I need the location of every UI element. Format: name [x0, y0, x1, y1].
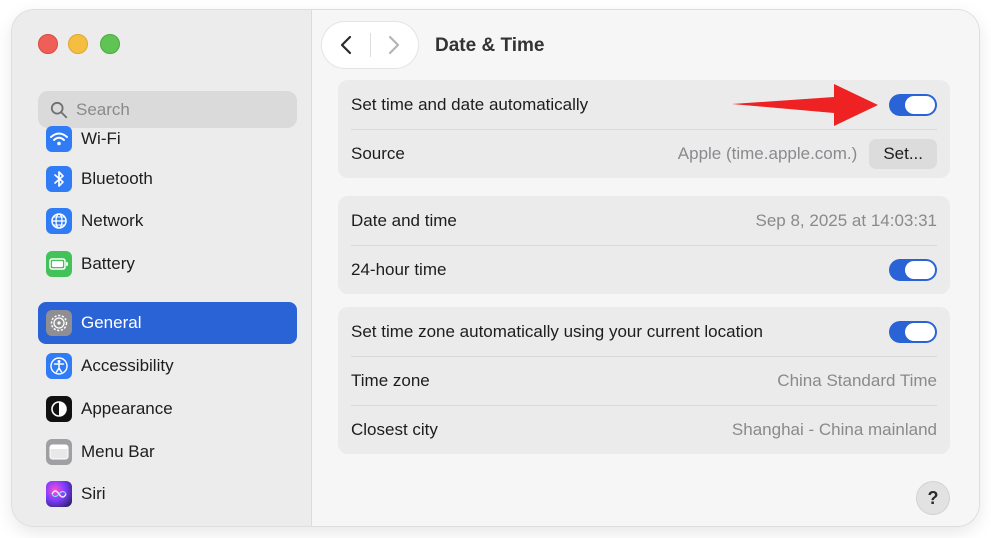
sidebar-item-menu-bar[interactable]: Menu Bar — [38, 431, 297, 473]
closest-city-label: Closest city — [351, 419, 438, 439]
minimize-window-button[interactable] — [68, 34, 88, 54]
time-zone-label: Time zone — [351, 370, 430, 390]
sidebar-item-label: Battery — [81, 254, 135, 273]
appearance-icon — [46, 396, 72, 422]
sidebar-item-label: General — [81, 313, 142, 332]
chevron-right-icon — [389, 35, 400, 55]
auto-time-toggle[interactable] — [889, 93, 937, 116]
hour24-toggle[interactable] — [889, 258, 937, 281]
globe-icon — [46, 208, 72, 234]
date-time-label: Date and time — [351, 210, 457, 230]
page-title: Date & Time — [435, 35, 545, 56]
sidebar-item-general[interactable]: General — [38, 302, 297, 344]
close-window-button[interactable] — [38, 34, 58, 54]
date-time-row: Date and time Sep 8, 2025 at 14:03:31 — [338, 196, 950, 245]
menu-bar-icon — [46, 439, 72, 465]
accessibility-icon — [46, 353, 72, 379]
sidebar-item-label: Bluetooth — [81, 169, 153, 188]
gear-icon — [46, 310, 72, 336]
search-icon — [50, 101, 68, 118]
time-zone-row: Time zone China Standard Time — [338, 356, 950, 405]
sidebar-item-label: Menu Bar — [81, 442, 155, 461]
sidebar-item-network[interactable]: Network — [38, 200, 297, 242]
back-button[interactable] — [322, 22, 370, 68]
annotation-arrow-icon — [732, 84, 878, 126]
source-value: Apple (time.apple.com.) — [677, 143, 858, 163]
sidebar-item-battery[interactable]: Battery — [38, 243, 297, 285]
sidebar-item-appearance[interactable]: Appearance — [38, 388, 297, 430]
date-time-group: Date and time Sep 8, 2025 at 14:03:31 24… — [338, 196, 950, 294]
sidebar-item-label: Siri — [81, 484, 106, 503]
closest-city-row: Closest city Shanghai - China mainland — [338, 405, 950, 454]
sidebar-item-label: Network — [81, 211, 144, 230]
wifi-icon — [46, 126, 72, 152]
chevron-left-icon — [340, 35, 351, 55]
bluetooth-icon — [46, 166, 72, 192]
forward-button[interactable] — [370, 22, 418, 68]
auto-zone-row: Set time zone automatically using your c… — [338, 307, 950, 356]
sidebar-item-wifi[interactable]: Wi-Fi — [38, 118, 297, 160]
source-label: Source — [351, 143, 405, 163]
hour24-row: 24-hour time — [338, 245, 950, 294]
closest-city-value: Shanghai - China mainland — [731, 419, 937, 439]
hour24-label: 24-hour time — [351, 259, 447, 279]
auto-zone-label: Set time zone automatically using your c… — [351, 321, 763, 341]
auto-time-label: Set time and date automatically — [351, 94, 589, 114]
sidebar: Wi-Fi Bluetooth Network — [12, 10, 312, 526]
navigation-buttons — [322, 22, 418, 68]
sidebar-item-label: Wi-Fi — [81, 129, 121, 148]
source-row: Source Apple (time.apple.com.) Set... — [338, 129, 950, 178]
sidebar-item-label: Accessibility — [81, 356, 174, 375]
help-button[interactable]: ? — [917, 482, 949, 514]
battery-icon — [46, 251, 72, 277]
set-source-button[interactable]: Set... — [869, 138, 937, 169]
sidebar-item-label: Appearance — [81, 399, 173, 418]
sidebar-item-siri[interactable]: Siri — [38, 473, 297, 515]
date-time-value: Sep 8, 2025 at 14:03:31 — [755, 210, 938, 230]
time-zone-group: Set time zone automatically using your c… — [338, 307, 950, 454]
sidebar-item-bluetooth[interactable]: Bluetooth — [38, 158, 297, 200]
auto-zone-toggle[interactable] — [889, 320, 937, 343]
sidebar-item-accessibility[interactable]: Accessibility — [38, 345, 297, 387]
zoom-window-button[interactable] — [100, 34, 120, 54]
time-zone-value: China Standard Time — [777, 370, 937, 390]
search-input[interactable] — [76, 99, 276, 120]
siri-icon — [46, 481, 72, 507]
